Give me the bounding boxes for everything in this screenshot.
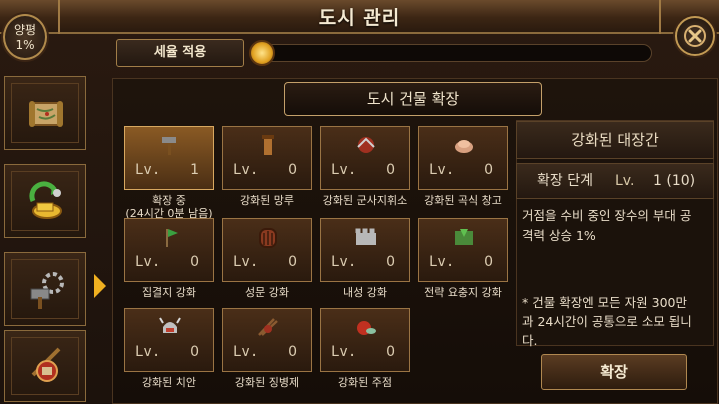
soldier-icon bbox=[31, 347, 61, 382]
tavern-icon bbox=[357, 321, 376, 335]
conscription-icon bbox=[258, 318, 278, 336]
title-bar: 도시 관리 bbox=[0, 0, 719, 34]
level-value: 0 bbox=[190, 344, 199, 360]
level-value: 0 bbox=[288, 344, 297, 360]
expand-arrow-icon[interactable] bbox=[94, 274, 106, 298]
gate-icon bbox=[259, 228, 277, 248]
level-prefix: Lv. bbox=[331, 162, 357, 178]
watchtower-icon bbox=[262, 135, 274, 155]
level-value: 0 bbox=[386, 344, 395, 360]
expansion-step-row: 확장 단계 Lv. 1 (10) bbox=[516, 163, 714, 199]
tile-rally-point[interactable]: Lv. 0 bbox=[124, 218, 214, 282]
level-value: 0 bbox=[386, 254, 395, 270]
inner-wall-icon bbox=[355, 228, 376, 245]
sidebar-item-map[interactable] bbox=[4, 76, 86, 150]
sidebar-item-exchange[interactable] bbox=[4, 164, 86, 238]
level-value: 0 bbox=[484, 162, 493, 178]
building-grid: Lv. 1 확장 중 (24시간 0분 남음) Lv. 0 강화된 망루 Lv.… bbox=[118, 120, 512, 402]
level-prefix: Lv. bbox=[331, 344, 357, 360]
hammer-icon bbox=[162, 137, 176, 155]
tile-conscription[interactable]: Lv. 0 bbox=[222, 308, 312, 372]
city-management-screen: 도시 관리 양평 1% 세율 적용 도시 건물 확장 Lv. 1 확장 중 (2… bbox=[0, 0, 719, 404]
detail-note: * 건물 확장엔 모든 자원 300만 과 24시간이 공통으로 소모 됩니 다… bbox=[522, 295, 692, 348]
tax-rate: 1% bbox=[15, 38, 35, 52]
gold-exchange-icon bbox=[29, 181, 62, 219]
sidebar bbox=[4, 76, 86, 402]
section-title: 도시 건물 확장 bbox=[284, 82, 542, 116]
tile-security[interactable]: Lv. 0 bbox=[124, 308, 214, 372]
detail-description: 거점을 수비 중인 장수의 부대 공 격력 상승 1% bbox=[522, 208, 692, 243]
tax-slider[interactable] bbox=[256, 44, 652, 62]
city-badge: 양평 1% bbox=[3, 14, 47, 60]
level-prefix: Lv. bbox=[429, 254, 455, 270]
expand-button[interactable]: 확장 bbox=[541, 354, 687, 390]
sidebar-item-soldier[interactable] bbox=[4, 330, 86, 402]
tile-label: 강화된 곡식 창고 bbox=[424, 194, 502, 207]
detail-title: 강화된 대장간 bbox=[516, 121, 714, 159]
step-level-value: 1 (10) bbox=[653, 173, 696, 189]
level-prefix: Lv. bbox=[233, 344, 259, 360]
level-value: 0 bbox=[288, 162, 297, 178]
tile-expanding[interactable]: Lv. 1 bbox=[124, 126, 214, 190]
map-scroll-icon bbox=[29, 101, 63, 127]
level-value: 0 bbox=[484, 254, 493, 270]
tile-tavern[interactable]: Lv. 0 bbox=[320, 308, 410, 372]
level-prefix: Lv. bbox=[233, 162, 259, 178]
level-prefix: Lv. bbox=[135, 344, 161, 360]
tile-gate[interactable]: Lv. 0 bbox=[222, 218, 312, 282]
rally-flag-icon bbox=[166, 229, 178, 247]
tile-watchtower[interactable]: Lv. 0 bbox=[222, 126, 312, 190]
level-value: 0 bbox=[190, 254, 199, 270]
close-icon bbox=[684, 25, 706, 47]
tile-label: 강화된 주점 bbox=[337, 376, 393, 389]
level-prefix: Lv. bbox=[429, 162, 455, 178]
city-name: 양평 bbox=[13, 23, 37, 37]
sidebar-item-blacksmith[interactable] bbox=[4, 252, 86, 326]
level-prefix: Lv. bbox=[233, 254, 259, 270]
apply-tax-button[interactable]: 세율 적용 bbox=[116, 39, 244, 67]
blacksmith-icon bbox=[30, 272, 64, 309]
close-button[interactable] bbox=[675, 16, 715, 56]
level-value: 0 bbox=[288, 254, 297, 270]
security-helmet-icon bbox=[159, 317, 181, 333]
tile-granary[interactable]: Lv. 0 bbox=[418, 126, 508, 190]
page-title: 도시 관리 bbox=[318, 7, 401, 29]
step-label: 확장 단계 bbox=[537, 173, 593, 189]
tax-slider-knob[interactable] bbox=[249, 40, 275, 66]
level-prefix: Lv. bbox=[331, 254, 357, 270]
step-level-prefix: Lv. bbox=[615, 173, 635, 189]
tile-label: 전략 요충지 강화 bbox=[424, 286, 502, 299]
strategic-point-icon bbox=[455, 229, 473, 245]
tile-inner-wall[interactable]: Lv. 0 bbox=[320, 218, 410, 282]
level-value: 1 bbox=[190, 162, 199, 178]
granary-icon bbox=[455, 140, 473, 153]
level-value: 0 bbox=[386, 162, 395, 178]
tile-strategic-point[interactable]: Lv. 0 bbox=[418, 218, 508, 282]
command-post-icon bbox=[357, 137, 375, 153]
level-prefix: Lv. bbox=[135, 254, 161, 270]
level-prefix: Lv. bbox=[135, 162, 161, 178]
tile-command-post[interactable]: Lv. 0 bbox=[320, 126, 410, 190]
